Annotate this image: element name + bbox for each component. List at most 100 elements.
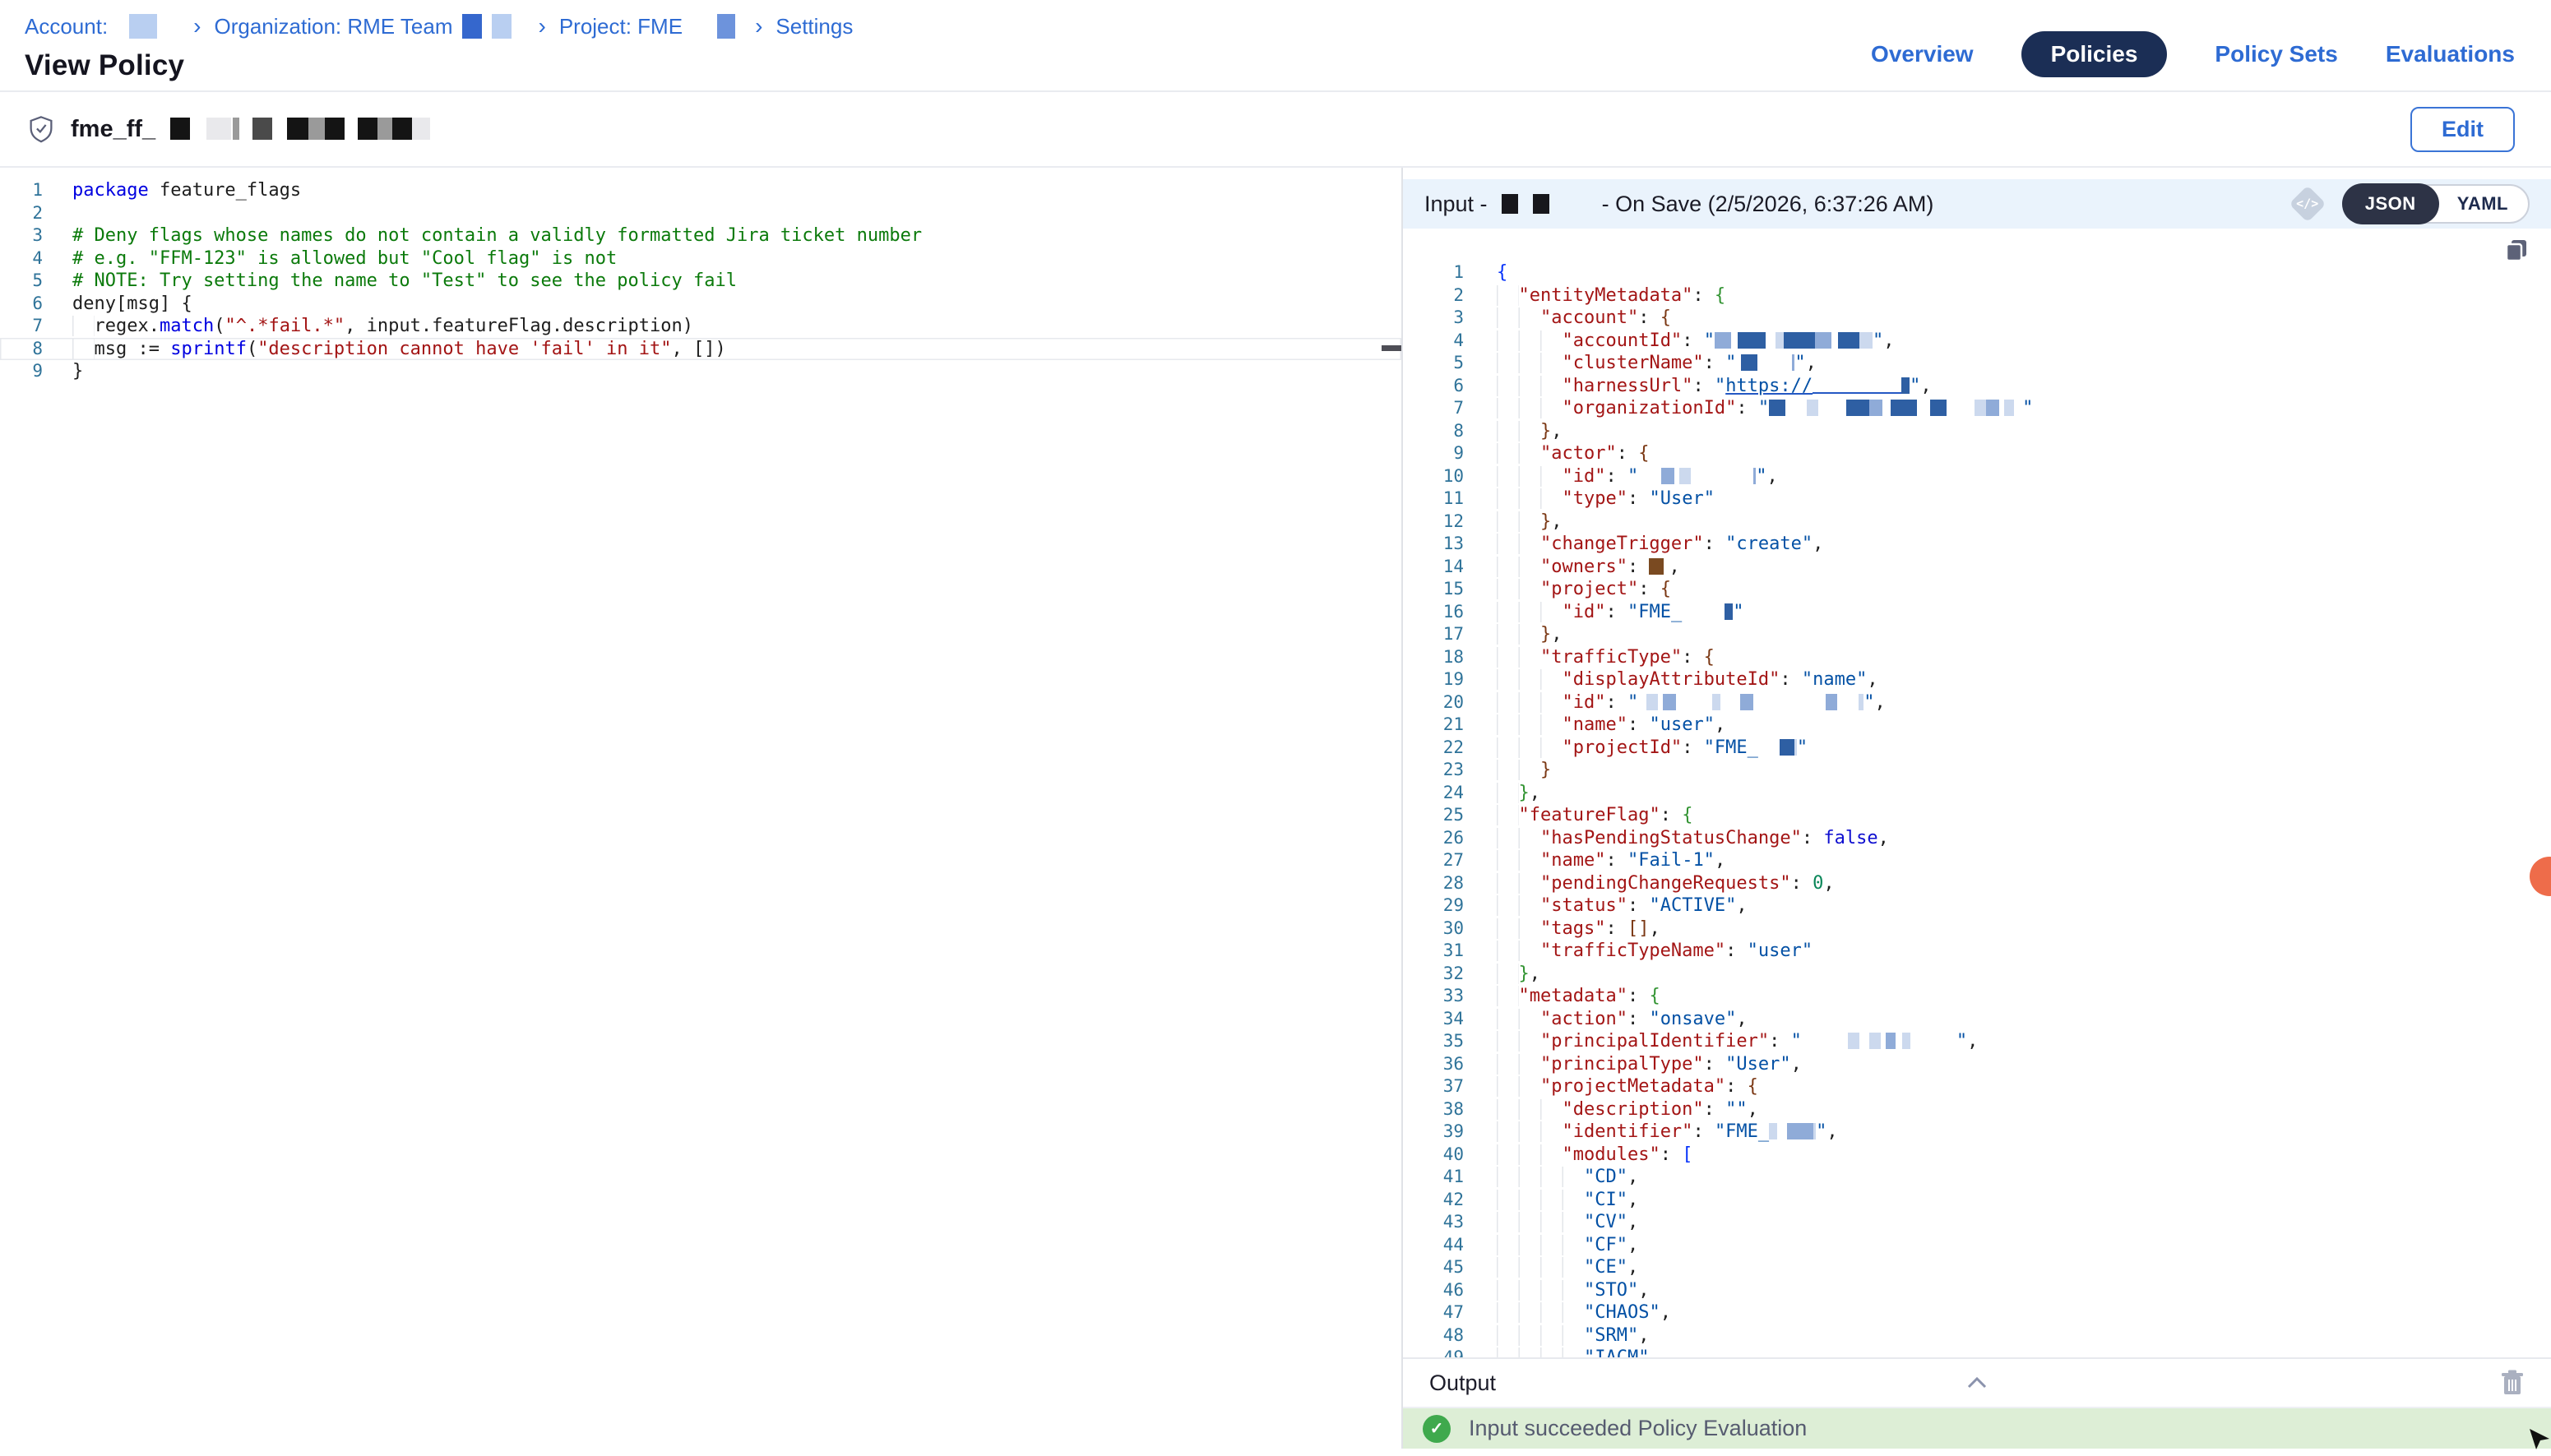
code-token: { [1748,1076,1758,1097]
code-line[interactable]: 27 "name": "Fail-1", [1403,849,2551,872]
code-line[interactable]: 2 [0,202,1401,225]
code-line[interactable]: 14 "owners": , [1403,556,2551,579]
code-token: "entityMetadata" [1519,285,1693,306]
code-line[interactable]: 30 "tags": [], [1403,918,2551,941]
code-line[interactable]: 23 } [1403,759,2551,782]
toggle-json[interactable]: JSON [2342,183,2439,224]
code-line[interactable]: 11 "type": "User" [1403,488,2551,511]
input-json-editor[interactable]: 1{2 "entityMetadata": {3 "account": {4 "… [1403,229,2551,1357]
code-token [1497,285,1519,306]
code-line[interactable]: 1{ [1403,261,2551,284]
code-line[interactable]: 34 "action": "onsave", [1403,1008,2551,1031]
code-line[interactable]: 40 "modules": [ [1403,1144,2551,1167]
code-line[interactable]: 4# e.g. "FFM-123" is allowed but "Cool f… [0,247,1401,270]
code-token: , [1920,376,1931,396]
line-number: 45 [1403,1256,1464,1279]
code-line[interactable]: 28 "pendingChangeRequests": 0, [1403,872,2551,895]
code-line[interactable]: 32 }, [1403,963,2551,986]
code-line[interactable]: 6deny[msg] { [0,293,1401,316]
line-content: { [1464,261,2551,284]
rego-editor[interactable]: 1package feature_flags23# Deny flags who… [0,168,1403,1449]
tab-policies[interactable]: Policies [2021,31,2168,77]
code-line[interactable]: 24 }, [1403,782,2551,805]
code-line[interactable]: 21 "name": "user", [1403,714,2551,737]
code-token: : [1692,1121,1715,1142]
code-line[interactable]: 7 regex.match("^.*fail.*", input.feature… [0,315,1401,338]
code-line[interactable]: 29 "status": "ACTIVE", [1403,894,2551,918]
code-line[interactable]: 19 "displayAttributeId": "name", [1403,668,2551,691]
code-line[interactable]: 9 "actor": { [1403,442,2551,465]
code-line[interactable]: 5 "clusterName": "", [1403,352,2551,375]
code-line[interactable]: 5# NOTE: Try setting the name to "Test" … [0,270,1401,293]
code-line[interactable]: 42 "CI", [1403,1189,2551,1212]
code-token [1497,1347,1584,1357]
code-line[interactable]: 18 "trafficType": { [1403,646,2551,669]
code-line[interactable]: 37 "projectMetadata": { [1403,1075,2551,1098]
code-line[interactable]: 25 "featureFlag": { [1403,804,2551,827]
code-token: { [1682,805,1692,825]
code-token: " [1725,353,1736,373]
redaction-gap [1682,603,1725,620]
code-line[interactable]: 49 "IACM" [1403,1347,2551,1357]
code-line[interactable]: 6 "harnessUrl": "https://", [1403,375,2551,398]
code-line[interactable]: 1package feature_flags [0,179,1401,202]
code-line[interactable]: 8 }, [1403,420,2551,443]
code-token: "CF" [1584,1235,1627,1255]
code-line[interactable]: 3 "account": { [1403,307,2551,330]
redaction-gap [1802,1033,1848,1049]
breadcrumb-separator-icon: › [193,13,201,39]
tab-policy-sets[interactable]: Policy Sets [2215,41,2337,67]
breadcrumb-project-link[interactable]: Project: FME [559,14,683,39]
code-line[interactable]: 33 "metadata": { [1403,985,2551,1008]
line-number: 22 [1403,737,1464,760]
code-line[interactable]: 10 "id": "", [1403,465,2551,488]
collapse-chevron-up-icon[interactable] [1963,1373,1991,1393]
code-line[interactable]: 46 "STO", [1403,1279,2551,1302]
code-line[interactable]: 13 "changeTrigger": "create", [1403,533,2551,556]
code-line[interactable]: 26 "hasPendingStatusChange": false, [1403,827,2551,850]
code-line[interactable]: 20 "id": "", [1403,691,2551,714]
code-line[interactable]: 15 "project": { [1403,578,2551,601]
code-line[interactable]: 7 "organizationId": "" [1403,397,2551,420]
code-line[interactable]: 9} [0,360,1401,383]
tab-evaluations[interactable]: Evaluations [2386,41,2515,67]
code-token: "projectId" [1562,737,1682,758]
breadcrumb-account-link[interactable]: Account: [25,14,108,39]
code-line[interactable]: 38 "description": "", [1403,1098,2551,1121]
redaction-gap [452,20,462,36]
code-line[interactable]: 4 "accountId": "", [1403,330,2551,353]
code-token [1497,579,1540,599]
copy-icon[interactable] [2502,235,2531,265]
code-line[interactable]: 48 "SRM", [1403,1324,2551,1347]
code-line[interactable]: 8 msg := sprintf("description cannot hav… [0,338,1401,361]
code-line[interactable]: 36 "principalType": "User", [1403,1053,2551,1076]
code-line[interactable]: 17 }, [1403,623,2551,646]
code-line[interactable]: 35 "principalIdentifier": "", [1403,1030,2551,1053]
breadcrumb-organization-link[interactable]: Organization: RME Team [215,14,453,39]
code-line[interactable]: 12 }, [1403,511,2551,534]
trash-icon[interactable] [2500,1369,2525,1397]
line-content: # Deny flags whose names do not contain … [43,224,1401,247]
code-line[interactable]: 16 "id": "FME_" [1403,601,2551,624]
code-line[interactable]: 44 "CF", [1403,1234,2551,1257]
line-number: 24 [1403,782,1464,805]
code-line[interactable]: 22 "projectId": "FME_" [1403,737,2551,760]
line-number: 44 [1403,1234,1464,1257]
code-line[interactable]: 3# Deny flags whose names do not contain… [0,224,1401,247]
toggle-yaml[interactable]: YAML [2438,184,2528,224]
breadcrumb-settings-link[interactable]: Settings [775,14,853,39]
line-number: 30 [1403,918,1464,941]
code-line[interactable]: 31 "trafficTypeName": "user" [1403,940,2551,963]
code-line[interactable]: 39 "identifier": "FME_", [1403,1121,2551,1144]
code-line[interactable]: 2 "entityMetadata": { [1403,284,2551,307]
code-line[interactable]: 47 "CHAOS", [1403,1301,2551,1324]
code-line[interactable]: 41 "CD", [1403,1166,2551,1189]
code-token [1497,737,1562,758]
code-line[interactable]: 45 "CE", [1403,1256,2551,1279]
edit-button[interactable]: Edit [2410,107,2515,152]
code-line[interactable]: 43 "CV", [1403,1211,2551,1234]
code-token: : [1638,579,1660,599]
code-token: : [1638,307,1660,328]
tab-overview[interactable]: Overview [1871,41,1974,67]
code-token [1497,1099,1562,1120]
